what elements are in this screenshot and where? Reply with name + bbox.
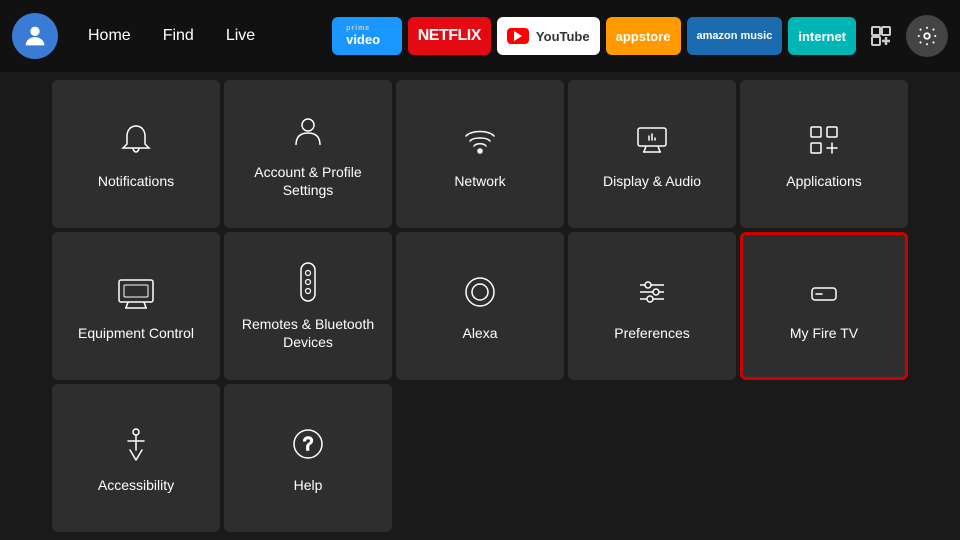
help-item[interactable]: ? Help [224,384,392,532]
network-label: Network [454,172,505,190]
nav-find[interactable]: Find [149,21,208,51]
nav-live[interactable]: Live [212,21,269,51]
notifications-label: Notifications [98,172,174,190]
help-label: Help [294,476,323,494]
my-fire-tv-label: My Fire TV [790,324,858,342]
remotes-bluetooth-item[interactable]: Remotes & Bluetooth Devices [224,232,392,380]
grid-view-btn[interactable] [862,17,900,55]
settings-grid: Notifications Account & Profile Settings… [0,72,960,540]
accessibility-item[interactable]: Accessibility [52,384,220,532]
account-profile-label: Account & Profile Settings [234,163,382,199]
svg-text:?: ? [303,434,313,454]
alexa-item[interactable]: Alexa [396,232,564,380]
nav-apps: prime video › NETFLIX YouTube appstore a… [332,15,948,57]
network-item[interactable]: Network [396,80,564,228]
preferences-item[interactable]: Preferences [568,232,736,380]
help-icon: ? [286,422,330,466]
firetv-icon [802,270,846,314]
sliders-icon [630,270,674,314]
person-icon [286,109,330,153]
remotes-bluetooth-label: Remotes & Bluetooth Devices [234,315,382,351]
account-profile-item[interactable]: Account & Profile Settings [224,80,392,228]
bell-icon [114,118,158,162]
remote-icon [286,261,330,305]
top-nav: Home Find Live prime video › NETFLIX You… [0,0,960,72]
alexa-label: Alexa [462,324,497,342]
prime-video-btn[interactable]: prime video › [332,17,402,55]
equipment-control-item[interactable]: Equipment Control [52,232,220,380]
internet-btn[interactable]: internet [788,17,856,55]
applications-item[interactable]: Applications [740,80,908,228]
equipment-control-label: Equipment Control [78,324,194,342]
my-fire-tv-item[interactable]: My Fire TV [740,232,908,380]
preferences-label: Preferences [614,324,689,342]
monitor-icon [630,118,674,162]
display-audio-label: Display & Audio [603,172,701,190]
nav-home[interactable]: Home [74,21,145,51]
tv-screen-icon [114,270,158,314]
display-audio-item[interactable]: Display & Audio [568,80,736,228]
amazon-music-btn[interactable]: amazon music [687,17,783,55]
netflix-btn[interactable]: NETFLIX [408,17,491,55]
accessibility-icon [114,422,158,466]
nav-links: Home Find Live [74,21,269,51]
accessibility-label: Accessibility [98,476,174,494]
notifications-item[interactable]: Notifications [52,80,220,228]
youtube-btn[interactable]: YouTube [497,17,600,55]
user-avatar[interactable] [12,13,58,59]
apps-icon [802,118,846,162]
appstore-btn[interactable]: appstore [606,17,681,55]
alexa-icon [458,270,502,314]
applications-label: Applications [786,172,862,190]
settings-nav-btn[interactable] [906,15,948,57]
wifi-icon [458,118,502,162]
